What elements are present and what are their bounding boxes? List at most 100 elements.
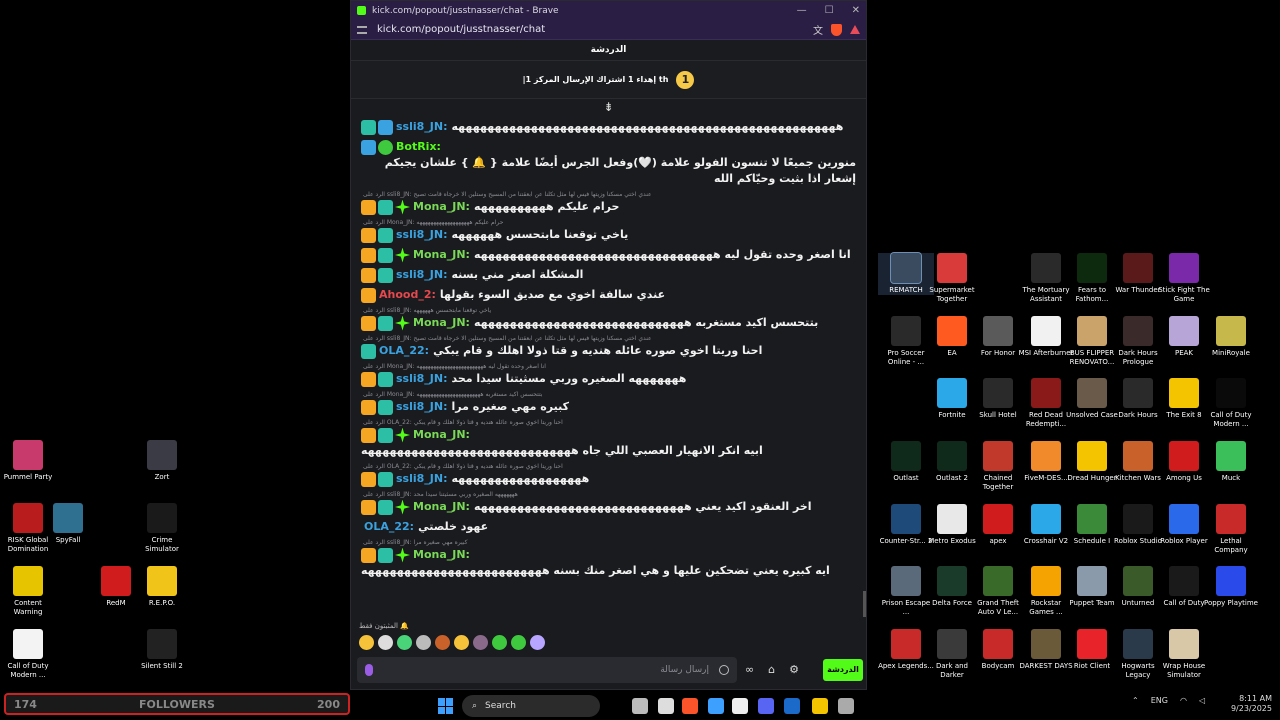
desktop-shortcut[interactable]: Wrap House Simulator [1156, 629, 1212, 680]
desktop-shortcut[interactable]: Muck [1203, 441, 1259, 483]
taskbar-app-icon[interactable] [708, 698, 724, 714]
brave-shields-icon[interactable] [831, 23, 842, 36]
badge-group [361, 247, 410, 263]
reply-preview[interactable]: الرد على Mona_JN: انا اصغر وحده تقول ليه… [363, 363, 856, 371]
emote-icon[interactable] [378, 635, 393, 650]
emote-icon[interactable] [530, 635, 545, 650]
emote-icon[interactable] [397, 635, 412, 650]
desktop-shortcut[interactable]: Lethal Company [1203, 504, 1259, 555]
reply-preview[interactable]: الرد على Mona_JN: بتتحسس اكيد مستغربه هه… [363, 391, 856, 399]
chat-username[interactable]: ssli8_JN: [396, 371, 448, 387]
chat-username[interactable]: OLA_22: [364, 519, 414, 535]
gear-icon[interactable]: ⚙ [789, 663, 799, 676]
desktop-shortcut[interactable]: SpyFall [40, 503, 96, 545]
reply-preview[interactable]: الرد على ssli8_JN: كبيره مهي صغيره مرا [363, 539, 856, 547]
reply-preview[interactable]: الرد على ssli8_JN: عندي اختي مسكنا وزيته… [363, 191, 856, 199]
crown-badge-icon [361, 547, 376, 563]
chat-username[interactable]: Mona_JN: [413, 315, 470, 331]
chat-message-text: حرام عليكم ههههههههههه [473, 200, 620, 213]
chat-username[interactable]: ssli8_JN: [396, 471, 448, 487]
emote-icon[interactable] [454, 635, 469, 650]
taskbar-app-icon[interactable] [838, 698, 854, 714]
chat-username[interactable]: ssli8_JN: [396, 227, 448, 243]
crown-badge-icon [361, 315, 376, 331]
reply-preview[interactable]: الرد على ssli8_JN: عندي اختي مسكنا وزيته… [363, 335, 856, 343]
translate-icon[interactable]: 文 [813, 22, 823, 37]
maximize-button[interactable]: ☐ [825, 5, 834, 16]
chevron-up-icon[interactable]: ⌃ [1132, 696, 1139, 705]
reply-preview[interactable]: الرد على ssli8_JN: هههههههه الصغيره وربي… [363, 491, 856, 499]
star-badge-icon [395, 427, 410, 443]
chat-username[interactable]: Ahood_2: [379, 287, 436, 303]
language-indicator[interactable]: ENG [1151, 696, 1168, 705]
desktop-shortcut[interactable]: Zort [134, 440, 190, 482]
collapse-chevron-icon[interactable]: ⇟ [351, 99, 866, 117]
chat-username[interactable]: BotRix: [396, 139, 441, 155]
channel-points-icon[interactable]: ∞ [745, 663, 754, 676]
store-icon[interactable]: ⌂ [768, 663, 775, 676]
pinned-gift-banner[interactable]: |إهداء 1 اشتراك الإرسال المركز 1 th 1 [351, 61, 866, 99]
emote-icon[interactable] [492, 635, 507, 650]
wifi-icon[interactable]: ◠ [1180, 696, 1187, 705]
desktop-shortcut[interactable]: Pummel Party [0, 440, 56, 482]
volume-icon[interactable]: ◁ [1199, 696, 1205, 705]
desktop-shortcut[interactable]: Silent Still 2 [134, 629, 190, 671]
chat-username[interactable]: Mona_JN: [413, 247, 470, 263]
chat-message: ssli8_JN: كبيره مهي صغيره مرا [361, 399, 856, 415]
taskbar-clock[interactable]: 8:11 AM 9/23/2025 [1224, 694, 1272, 714]
app-icon [13, 503, 43, 533]
app-icon [1216, 566, 1246, 596]
taskbar-search[interactable]: ⌕ Search [462, 695, 600, 717]
desktop-shortcut[interactable]: R.E.P.O. [134, 566, 190, 608]
emote-icon[interactable] [473, 635, 488, 650]
windows-start-icon[interactable] [438, 698, 454, 714]
chat-username[interactable]: OLA_22: [379, 343, 429, 359]
desktop-shortcut[interactable]: Crime Simulator [134, 503, 190, 554]
taskbar-app-icon[interactable] [658, 698, 674, 714]
desktop-shortcut[interactable]: Supermarket Together [924, 253, 980, 304]
emoji-icon[interactable] [719, 665, 729, 675]
taskbar-app-icon[interactable] [632, 698, 648, 714]
reply-preview[interactable]: الرد على OLA_22: احنا وريتا اخوي صوره عا… [363, 419, 856, 427]
emote-icon[interactable] [359, 635, 374, 650]
chat-username[interactable]: ssli8_JN: [396, 399, 448, 415]
chat-username[interactable]: Mona_JN: [413, 199, 470, 215]
emote-icon[interactable] [416, 635, 431, 650]
emote-icon[interactable] [511, 635, 526, 650]
chat-username[interactable]: Mona_JN: [413, 427, 470, 443]
reply-preview[interactable]: الرد على ssli8_JN: ياخي توقعنا مابتحسس ه… [363, 307, 856, 315]
reply-preview[interactable]: الرد على Mona_JN: حرام عليكم ههههههههههه… [363, 219, 856, 227]
taskbar-app-icon[interactable] [682, 698, 698, 714]
desktop-shortcut[interactable]: Stick Fight The Game [1156, 253, 1212, 304]
teal-badge-icon [361, 343, 376, 359]
minimize-button[interactable]: — [797, 5, 807, 16]
desktop-shortcut[interactable]: MiniRoyale [1203, 316, 1259, 358]
desktop-shortcut[interactable]: Call of Duty Modern ... [1203, 378, 1259, 429]
url-text[interactable]: kick.com/popout/jusstnasser/chat [377, 24, 545, 35]
chat-messages: ssli8_JN: ههههههههههههههههههههههههههههههه… [351, 119, 866, 619]
mic-icon[interactable] [365, 664, 373, 676]
chat-username[interactable]: Mona_JN: [413, 547, 470, 563]
taskbar-app-icon[interactable] [784, 698, 800, 714]
desktop-shortcut[interactable]: Content Warning [0, 566, 56, 617]
app-icon [983, 441, 1013, 471]
chat-username[interactable]: Mona_JN: [413, 499, 470, 515]
chat-username[interactable]: ssli8_JN: [396, 267, 448, 283]
chat-scrollbar[interactable] [863, 591, 866, 617]
desktop-shortcut[interactable]: Call of Duty Modern ... [0, 629, 56, 680]
address-bar: kick.com/popout/jusstnasser/chat 文 [351, 20, 866, 40]
reply-preview[interactable]: الرد على OLA_22: احنا وريتا اخوي صوره عا… [363, 463, 856, 471]
close-button[interactable]: ✕ [852, 5, 860, 16]
emote-icon[interactable] [435, 635, 450, 650]
taskbar-app-icon[interactable] [732, 698, 748, 714]
desktop-shortcut-label: Call of Duty Modern ... [7, 662, 49, 679]
pinned-users-label[interactable]: المثبتون فقط 🔔 [359, 622, 409, 630]
brave-rewards-icon[interactable] [850, 25, 860, 34]
taskbar-app-icon[interactable] [812, 698, 828, 714]
chat-send-button[interactable]: الدردشة [823, 659, 863, 681]
taskbar-app-icon[interactable] [758, 698, 774, 714]
site-settings-icon[interactable] [357, 25, 367, 34]
desktop-shortcut[interactable]: Poppy Playtime [1203, 566, 1259, 608]
chat-username[interactable]: ssli8_JN: [396, 119, 448, 135]
chat-input[interactable]: إرسال رسالة [357, 657, 737, 683]
